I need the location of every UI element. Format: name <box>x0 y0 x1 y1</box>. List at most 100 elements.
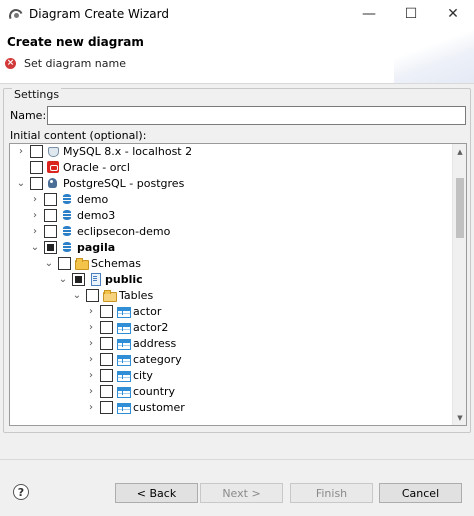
table-icon <box>117 369 131 382</box>
minimize-button[interactable]: — <box>348 0 390 28</box>
scroll-down-icon[interactable]: ▼ <box>453 410 466 425</box>
tree-item[interactable]: ⌄ pagila <box>30 239 115 255</box>
collapsed-chevron-icon[interactable]: › <box>86 335 96 351</box>
window-title: Diagram Create Wizard <box>29 7 169 21</box>
expanded-chevron-icon[interactable]: ⌄ <box>30 239 40 255</box>
title-bar: Diagram Create Wizard — ☐ ✕ <box>0 0 474 28</box>
tree-item-checkbox[interactable] <box>30 176 43 190</box>
collapsed-chevron-icon[interactable]: › <box>86 383 96 399</box>
wizard-header: Create new diagram × Set diagram name <box>0 28 474 84</box>
database-icon <box>61 193 73 205</box>
tree-item-label: actor <box>133 304 162 318</box>
tree-item-checkbox[interactable] <box>100 384 113 398</box>
tree-vertical-scrollbar[interactable]: ▲ ▼ <box>452 144 466 425</box>
window-controls: — ☐ ✕ <box>348 0 474 28</box>
oracle-icon <box>47 161 59 173</box>
expanded-chevron-icon[interactable]: ⌄ <box>16 175 26 191</box>
tree-item-label: actor2 <box>133 320 169 334</box>
tree-item-label: address <box>133 336 177 350</box>
tree-item[interactable]: › country <box>86 383 175 399</box>
tree-item[interactable]: › actor2 <box>86 319 168 335</box>
tree-item-checkbox[interactable] <box>44 192 57 206</box>
collapsed-chevron-icon[interactable]: › <box>86 303 96 319</box>
tree-item-label: country <box>133 384 176 398</box>
dbeaver-app-icon <box>7 6 23 22</box>
tree-item-checkbox[interactable] <box>100 336 113 350</box>
tree-item[interactable]: ⌄ Tables <box>72 287 153 303</box>
scroll-up-icon[interactable]: ▲ <box>453 144 466 159</box>
name-label: Name: <box>10 109 47 122</box>
tree-item[interactable]: › customer <box>86 399 185 415</box>
table-icon <box>117 401 131 414</box>
database-icon <box>61 225 73 237</box>
back-button[interactable]: < Back <box>115 483 198 503</box>
initial-content-tree[interactable]: › customer › country › city › category › address ›… <box>9 143 467 426</box>
tree-item-label: Schemas <box>91 256 141 270</box>
validation-message: × Set diagram name <box>5 57 126 70</box>
tree-item-label: category <box>133 352 182 366</box>
tree-item[interactable]: › city <box>86 367 153 383</box>
tree-item-checkbox[interactable] <box>44 240 57 254</box>
tree-item[interactable]: ⌄ public <box>58 271 143 287</box>
tree-item-checkbox[interactable] <box>30 144 43 158</box>
name-input[interactable] <box>47 106 466 125</box>
scrollbar-thumb[interactable] <box>456 178 464 238</box>
tree-item[interactable]: › demo3 <box>30 207 115 223</box>
tree-item[interactable]: › MySQL 8.x - localhost 2 <box>16 144 192 159</box>
tree-item-checkbox[interactable] <box>44 224 57 238</box>
collapsed-chevron-icon[interactable]: › <box>86 319 96 335</box>
tree-item[interactable]: › eclipsecon-demo <box>30 223 170 239</box>
collapsed-chevron-icon[interactable]: › <box>30 223 40 239</box>
table-icon <box>117 321 131 334</box>
collapsed-chevron-icon[interactable]: › <box>86 399 96 415</box>
tree-item-checkbox[interactable] <box>100 352 113 366</box>
collapsed-chevron-icon[interactable]: › <box>16 144 26 159</box>
header-banner-decoration <box>394 28 474 83</box>
expanded-chevron-icon[interactable]: ⌄ <box>44 255 54 271</box>
tree-item-checkbox[interactable] <box>44 208 57 222</box>
tree-item-checkbox[interactable] <box>72 272 85 286</box>
expanded-chevron-icon[interactable]: ⌄ <box>58 271 68 287</box>
tree-item-checkbox[interactable] <box>100 400 113 414</box>
tree-item-checkbox[interactable] <box>86 288 99 302</box>
maximize-button[interactable]: ☐ <box>390 0 432 28</box>
tree-item-label: customer <box>133 400 185 414</box>
tree-item-label: PostgreSQL - postgres <box>63 176 185 190</box>
table-icon <box>117 337 131 350</box>
tree-item-label: public <box>105 272 143 286</box>
tree-item[interactable]: › demo <box>30 191 108 207</box>
postgresql-icon <box>47 177 59 189</box>
close-button[interactable]: ✕ <box>432 0 474 28</box>
initial-content-label: Initial content (optional): <box>10 129 147 142</box>
tree-item[interactable]: › address <box>86 335 176 351</box>
help-button[interactable]: ? <box>13 484 29 500</box>
tree-item[interactable]: ⌄ Schemas <box>44 255 141 271</box>
tree-item[interactable]: › category <box>86 351 182 367</box>
footer-separator <box>0 459 474 460</box>
tree-item-label: pagila <box>77 240 116 254</box>
finish-button[interactable]: Finish <box>290 483 373 503</box>
tree-item[interactable]: Oracle - orcl <box>16 159 130 175</box>
tree-item-checkbox[interactable] <box>100 368 113 382</box>
settings-group: Settings Name: Initial content (optional… <box>3 88 471 433</box>
collapsed-chevron-icon[interactable]: › <box>86 367 96 383</box>
no-expander <box>16 159 26 175</box>
collapsed-chevron-icon[interactable]: › <box>86 351 96 367</box>
next-button[interactable]: Next > <box>200 483 283 503</box>
settings-group-label: Settings <box>12 88 62 102</box>
tree-item-label: Tables <box>119 288 154 302</box>
tree-item-checkbox[interactable] <box>100 320 113 334</box>
collapsed-chevron-icon[interactable]: › <box>30 207 40 223</box>
folder-icon <box>75 257 89 270</box>
expanded-chevron-icon[interactable]: ⌄ <box>72 287 82 303</box>
cancel-button[interactable]: Cancel <box>379 483 462 503</box>
mysql-icon <box>47 145 59 157</box>
tree-item[interactable]: ⌄ PostgreSQL - postgres <box>16 175 184 191</box>
collapsed-chevron-icon[interactable]: › <box>30 191 40 207</box>
tree-item-label: eclipsecon-demo <box>77 224 171 238</box>
tree-item-checkbox[interactable] <box>58 256 71 270</box>
tree-item-checkbox[interactable] <box>30 160 43 174</box>
tree-item-checkbox[interactable] <box>100 304 113 318</box>
tree-item[interactable]: › actor <box>86 303 161 319</box>
validation-message-text: Set diagram name <box>24 57 126 70</box>
